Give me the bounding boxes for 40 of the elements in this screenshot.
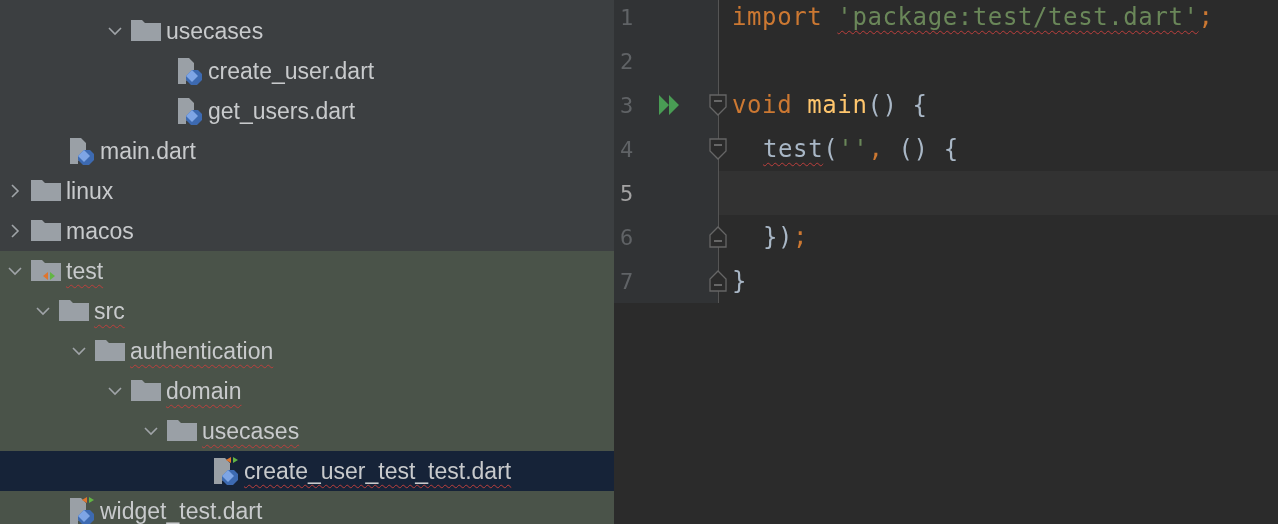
dart-file-icon [68, 136, 96, 166]
run-icon[interactable] [658, 94, 682, 116]
tree-row[interactable]: authentication [0, 331, 614, 371]
tree-item-label: usecases [202, 416, 300, 446]
tree-row[interactable]: usecases [0, 411, 614, 451]
tree-item-label: get_users.dart [208, 96, 356, 126]
tree-row[interactable]: macos [0, 211, 614, 251]
fold-marker-icon[interactable] [709, 137, 727, 161]
tree-row[interactable]: get_users.dart [0, 91, 614, 131]
tree-item-label: usecases [166, 16, 264, 46]
fold-marker-icon[interactable] [709, 93, 727, 117]
tree-row[interactable]: test [0, 251, 614, 291]
tree-row[interactable]: src [0, 291, 614, 331]
dart-test-file-icon [212, 456, 240, 486]
code-line: import 'package:test/test.dart'; [732, 2, 1214, 33]
tree-item-label: domain [166, 376, 242, 406]
code-line: void main() { [732, 90, 928, 121]
tree-item-label: create_user.dart [208, 56, 375, 86]
tree-item-label: test [66, 256, 104, 286]
tree-row[interactable]: widget_test.dart [0, 491, 614, 524]
tree-row[interactable]: linux [0, 171, 614, 211]
code-line: }); [763, 222, 809, 253]
tree-item-label: macos [66, 216, 134, 246]
tree-row[interactable]: usecases [0, 11, 614, 51]
code-line: } [732, 266, 748, 297]
tree-row[interactable]: create_user_test_test.dart [0, 451, 614, 491]
tree-row[interactable]: domain [0, 371, 614, 411]
tree-row[interactable]: main.dart [0, 131, 614, 171]
tree-item-label: create_user_test_test.dart [244, 456, 512, 486]
tree-item-label: authentication [130, 336, 274, 366]
code-line: test('', () { [763, 134, 959, 165]
tree-item-label: widget_test.dart [100, 496, 263, 524]
tree-row[interactable]: create_user.dart [0, 51, 614, 91]
tree-item-label: linux [66, 176, 114, 206]
tree-item-label: main.dart [100, 136, 196, 166]
line-number: 5 [620, 179, 635, 208]
dart-file-icon [176, 96, 204, 126]
dart-test-file-icon [68, 496, 96, 524]
dart-file-icon [176, 56, 204, 86]
tree-item-label: src [94, 296, 125, 326]
